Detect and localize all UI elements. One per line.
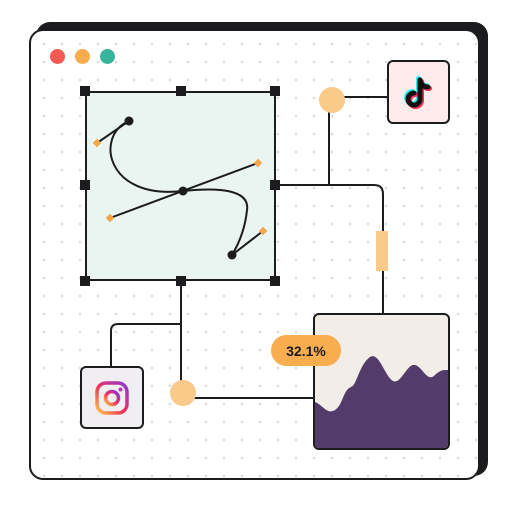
area-chart (315, 356, 448, 448)
instagram-card[interactable] (80, 366, 144, 429)
resize-handle-bottom (176, 276, 186, 286)
resize-handle-top-right (270, 86, 280, 96)
tiktok-card[interactable] (387, 60, 450, 124)
bezier-curve (109, 120, 249, 256)
resize-handle-top-left (80, 86, 90, 96)
instagram-icon (95, 380, 129, 415)
handle-line-1 (96, 120, 130, 144)
selection-handles (80, 86, 280, 286)
resize-handle-left (80, 180, 90, 190)
illustration-scene: 32.1% (0, 0, 510, 510)
anchor-point-1 (124, 116, 134, 126)
handle-line-3 (231, 230, 264, 256)
resize-handle-right (270, 180, 280, 190)
resize-handle-bottom-left (80, 276, 90, 286)
control-point-3 (253, 158, 263, 168)
tiktok-icon (403, 76, 432, 109)
anchor-point-3 (227, 250, 237, 260)
stats-chart-card[interactable] (313, 313, 450, 450)
percent-badge: 32.1% (271, 335, 341, 366)
control-point-2 (105, 213, 115, 223)
percent-value: 32.1% (286, 342, 326, 359)
area-series (315, 356, 448, 448)
anchor-point-2 (178, 186, 188, 196)
resize-handle-top (176, 86, 186, 96)
resize-handle-bottom-right (270, 276, 280, 286)
